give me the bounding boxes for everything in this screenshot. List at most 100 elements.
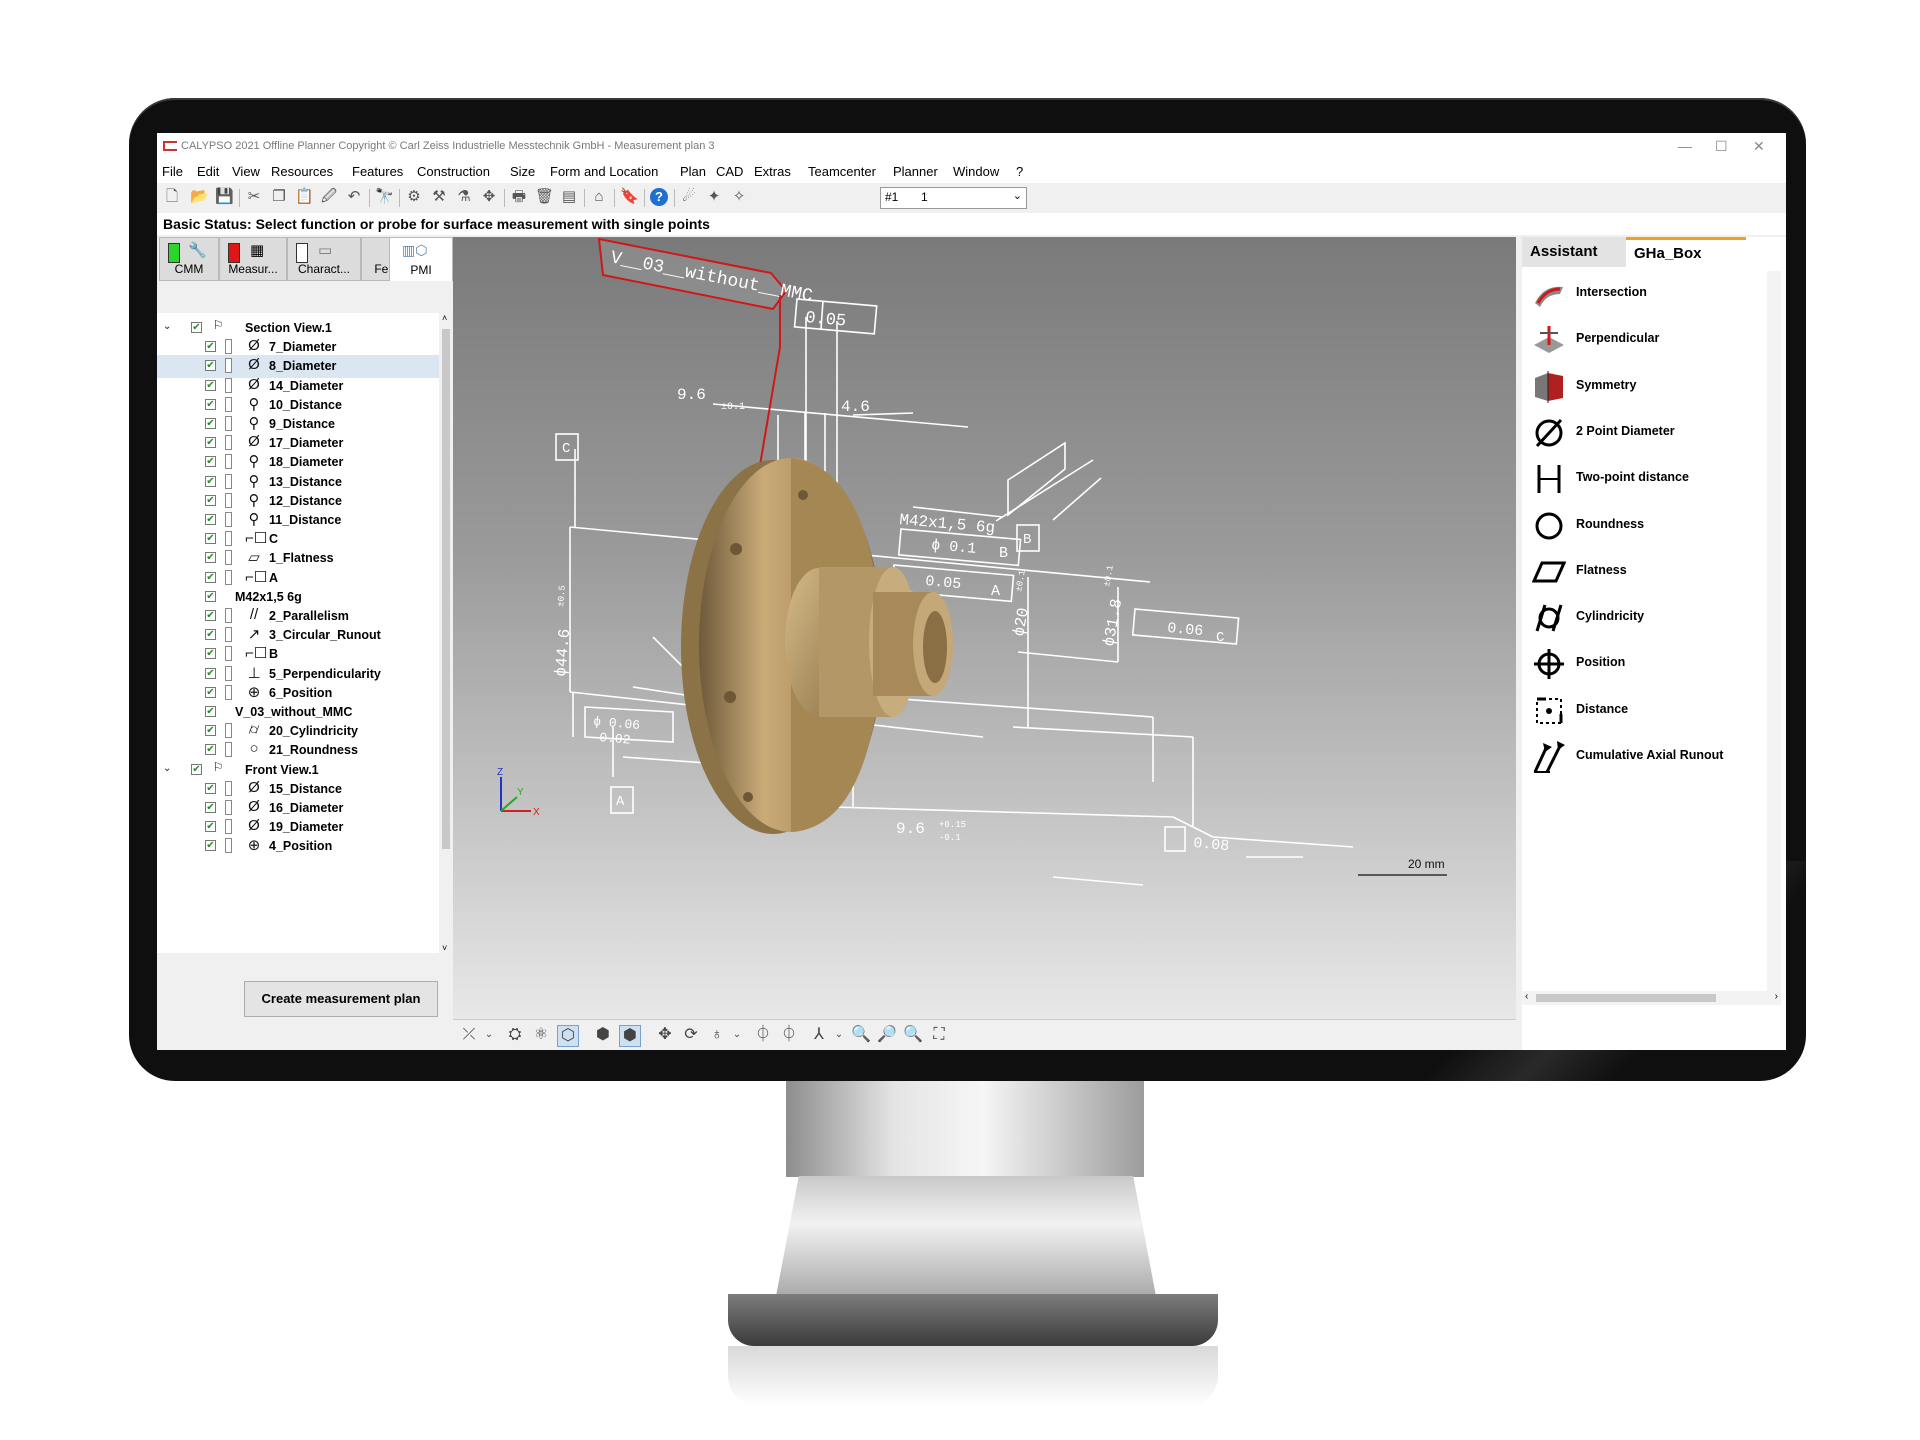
scroll-thumb[interactable] [442, 329, 450, 849]
select-mode-icon[interactable]: ⤫ [459, 1025, 479, 1045]
gha-vertical-scrollbar[interactable] [1767, 271, 1781, 991]
visibility-checkbox[interactable]: ✔ [191, 763, 202, 775]
visibility-checkbox[interactable]: ✔ [205, 744, 216, 756]
visibility-checkbox[interactable]: ✔ [205, 610, 216, 621]
scroll-right-icon[interactable]: › [1775, 991, 1778, 1002]
gha-item[interactable]: Distance [1532, 692, 1772, 732]
tab-measurement[interactable]: ▦ Measur... [219, 237, 287, 281]
probe-tool-icon[interactable]: ⚙ [405, 188, 423, 206]
menu-resources[interactable]: Resources [271, 164, 333, 179]
view-wire-icon[interactable]: ⛭ [505, 1025, 525, 1045]
visibility-checkbox[interactable]: ✔ [205, 571, 216, 583]
coordinate-system-icon[interactable]: ⅄ [809, 1025, 829, 1045]
visibility-checkbox[interactable]: ✔ [205, 418, 216, 429]
menu-extras[interactable]: Extras [754, 164, 791, 179]
clip-plane-2-icon[interactable]: ⏀ [779, 1025, 799, 1045]
cad-viewport[interactable]: V__03__without__MMC 0.05 9.6 ±0.1 4.6 C … [453, 237, 1516, 1019]
bookmark-icon[interactable]: 🔖 [620, 188, 639, 206]
visibility-checkbox[interactable]: ✔ [205, 456, 216, 468]
visibility-checkbox[interactable]: ✔ [205, 840, 216, 852]
visibility-checkbox[interactable]: ✔ [205, 648, 216, 660]
minimize-button[interactable]: — [1678, 138, 1692, 154]
view-cluster-icon[interactable]: ⚛ [531, 1025, 551, 1045]
menu-edit[interactable]: Edit [197, 164, 219, 179]
visibility-checkbox[interactable]: ✔ [205, 341, 216, 353]
chevron-down-icon[interactable]: ⌄ [829, 1025, 849, 1045]
probe-check-icon[interactable]: ⚗ [455, 188, 473, 206]
binoculars-icon[interactable]: 🔭 [375, 188, 394, 206]
zoom-in-icon[interactable]: 🔎 [877, 1025, 897, 1045]
menu-file[interactable]: File [162, 164, 183, 179]
scroll-down-icon[interactable]: ˅ [442, 943, 447, 953]
visibility-checkbox[interactable]: ✔ [205, 494, 216, 506]
gha-item[interactable]: Symmetry [1532, 368, 1772, 408]
visibility-checkbox[interactable]: ✔ [205, 533, 216, 545]
gha-item[interactable]: Two-point distance [1532, 460, 1772, 500]
menu-teamcenter[interactable]: Teamcenter [808, 164, 876, 179]
menu-size[interactable]: Size [510, 164, 535, 179]
undo-icon[interactable]: ↶ [345, 188, 363, 206]
report-icon[interactable]: ▤ [560, 188, 578, 206]
menu-cad[interactable]: CAD [716, 164, 743, 179]
scroll-left-icon[interactable]: ‹ [1525, 991, 1528, 1002]
view-cube-icon[interactable]: ⬡ [557, 1025, 579, 1047]
clip-plane-icon[interactable]: ⏀ [753, 1025, 773, 1045]
visibility-checkbox[interactable]: ✔ [205, 360, 216, 372]
visibility-checkbox[interactable]: ✔ [205, 552, 216, 564]
shaded-icon[interactable]: ⬢ [619, 1025, 641, 1047]
pan-icon[interactable]: ✥ [655, 1025, 675, 1045]
visibility-checkbox[interactable]: ✔ [205, 667, 216, 679]
menu-features[interactable]: Features [352, 164, 403, 179]
copy-icon[interactable]: ❐ [270, 188, 288, 206]
gha-item[interactable]: Flatness [1531, 553, 1772, 593]
visibility-checkbox[interactable]: ✔ [205, 475, 216, 487]
visibility-checkbox[interactable]: ✔ [205, 706, 216, 717]
gha-item[interactable]: Roundness [1532, 507, 1772, 547]
run-selection-icon[interactable]: ✦ [705, 188, 723, 206]
visibility-checkbox[interactable]: ✔ [205, 782, 216, 794]
scroll-thumb[interactable] [1536, 994, 1716, 1002]
tab-pmi[interactable]: ▥⬡ PMI [389, 237, 453, 281]
menu-view[interactable]: View [232, 164, 260, 179]
visibility-checkbox[interactable]: ✔ [205, 514, 216, 525]
help-icon[interactable]: ? [650, 188, 668, 206]
delete-icon[interactable]: 🗑 [535, 188, 554, 206]
edit-tool-icon[interactable]: 🖉 [320, 188, 338, 206]
probe-view-icon[interactable]: ♁ [707, 1025, 727, 1045]
expand-toggle-icon[interactable]: ⌄ [163, 763, 171, 774]
menu-planner[interactable]: Planner [893, 164, 938, 179]
visibility-checkbox[interactable]: ✔ [205, 686, 216, 698]
start-run-icon[interactable]: ☄ [680, 188, 698, 206]
tab-characteristics[interactable]: ▭ Charact... [287, 237, 361, 281]
rotate-icon[interactable]: ⟳ [681, 1025, 701, 1045]
plan-select[interactable]: #1 1 ⌄ [880, 187, 1027, 209]
gha-item[interactable]: Cylindricity [1532, 599, 1772, 639]
save-icon[interactable]: 💾 [215, 188, 234, 206]
chevron-down-icon[interactable]: ⌄ [727, 1025, 747, 1045]
tree-scrollbar[interactable]: ˄ ˅ [439, 313, 453, 953]
visibility-checkbox[interactable]: ✔ [205, 437, 216, 449]
menu-construction[interactable]: Construction [417, 164, 490, 179]
close-button[interactable]: ✕ [1753, 138, 1765, 155]
run-step-icon[interactable]: ✧ [730, 188, 748, 206]
settings-tool-icon[interactable]: ✥ [480, 188, 498, 206]
expand-toggle-icon[interactable]: ⌄ [163, 321, 171, 332]
visibility-checkbox[interactable]: ✔ [205, 725, 216, 737]
menu-form-location[interactable]: Form and Location [550, 164, 658, 179]
cmm-icon[interactable]: ⌂ [590, 188, 608, 206]
gha-item[interactable]: 2 Point Diameter [1532, 414, 1772, 454]
visibility-checkbox[interactable]: ✔ [205, 590, 216, 602]
cut-icon[interactable]: ✂ [245, 188, 263, 206]
menu-window[interactable]: Window [953, 164, 999, 179]
gha-item[interactable]: Position [1532, 645, 1772, 685]
tree-item[interactable]: ✔ ⊕ 4_Position [157, 835, 439, 858]
maximize-button[interactable]: ☐ [1715, 138, 1728, 155]
paste-icon[interactable]: 📋 [295, 188, 314, 206]
menu-plan[interactable]: Plan [680, 164, 706, 179]
new-file-icon[interactable]: 🗋 [163, 188, 181, 206]
visibility-checkbox[interactable]: ✔ [205, 398, 216, 410]
create-measurement-plan-button[interactable]: Create measurement plan [244, 981, 438, 1017]
open-file-icon[interactable]: 📂 [190, 188, 209, 206]
visibility-checkbox[interactable]: ✔ [205, 821, 216, 833]
wireframe-icon[interactable]: ⬢ [593, 1025, 613, 1045]
